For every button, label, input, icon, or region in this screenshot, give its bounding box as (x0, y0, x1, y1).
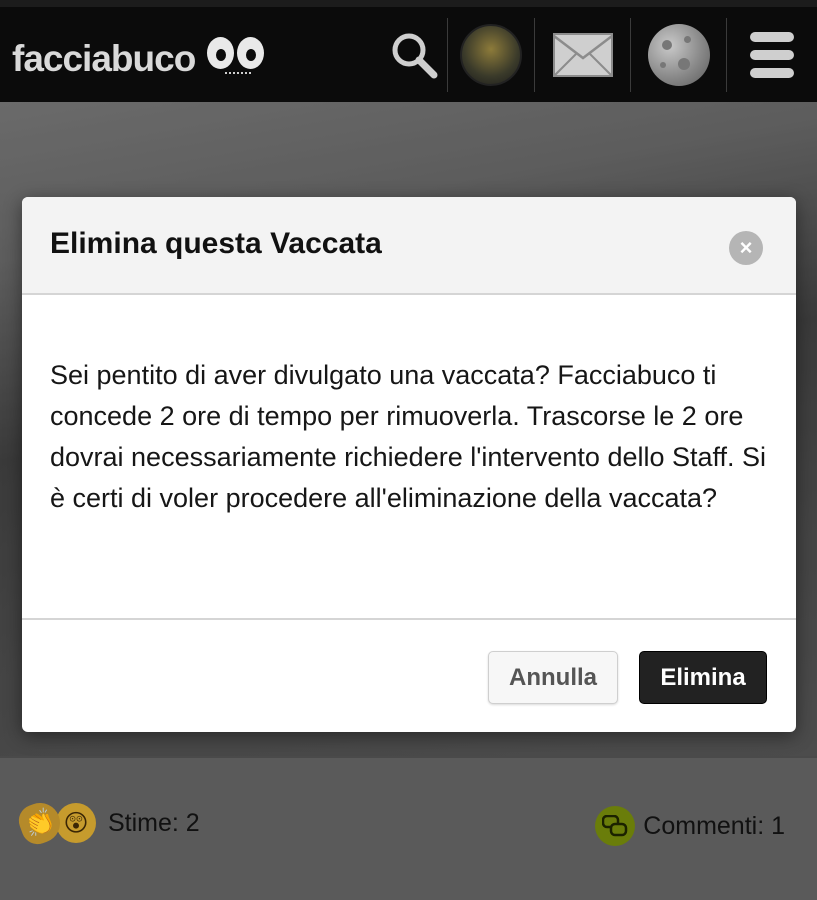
dialog-title: Elimina questa Vaccata (50, 227, 382, 260)
comments-link[interactable]: Commenti: 1 (595, 804, 785, 848)
comment-bubble-icon (595, 806, 636, 846)
profile-avatar (460, 24, 522, 86)
close-button[interactable]: × (729, 231, 763, 265)
dialog-header: Elimina questa Vaccata × (22, 197, 796, 295)
top-navbar: facciabuco (0, 0, 817, 102)
stime-count: Stime: 2 (108, 808, 200, 837)
logo-text: facciabuco (12, 38, 196, 79)
stime-reactions[interactable]: 👏 😲 Stime: 2 (14, 797, 200, 849)
cancel-button[interactable]: Annulla (488, 651, 618, 704)
messages-button[interactable] (535, 17, 630, 93)
delete-button[interactable]: Elimina (639, 651, 767, 704)
profile-button[interactable] (448, 17, 534, 93)
search-button[interactable] (381, 17, 447, 93)
menu-button[interactable] (727, 17, 817, 93)
astonished-face-icon: 😲 (56, 803, 96, 843)
comments-count: Commenti: 1 (643, 811, 785, 840)
clapping-hands-icon: 👏 (14, 797, 66, 849)
dialog-message: Sei pentito di aver divulgato una vaccat… (50, 360, 767, 513)
dialog-footer: Annulla Elimina (22, 618, 796, 732)
site-logo[interactable]: facciabuco (12, 37, 269, 81)
delete-dialog: Elimina questa Vaccata × Sei pentito di … (22, 197, 796, 732)
search-icon (392, 33, 438, 79)
logo-eyes-icon (207, 37, 269, 81)
menu-icon (750, 32, 794, 78)
moon-icon (647, 24, 710, 86)
mail-icon (552, 33, 613, 77)
notifications-button[interactable] (631, 17, 726, 93)
nav-icons (381, 15, 817, 95)
